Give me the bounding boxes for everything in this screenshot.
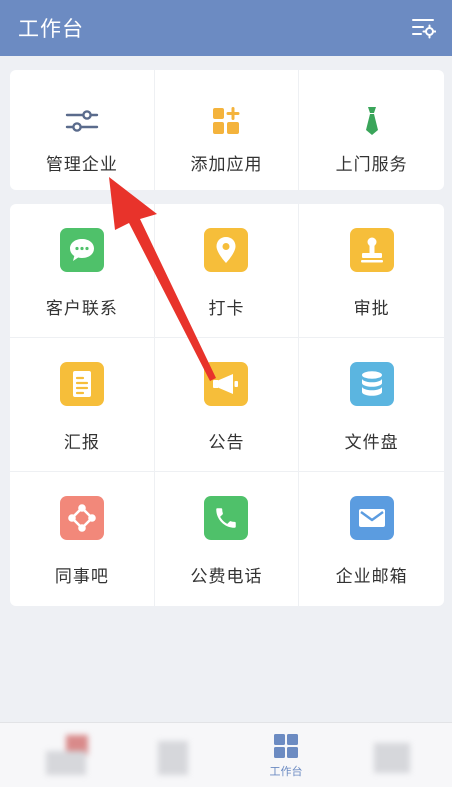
app-file-drive-label: 文件盘	[344, 433, 399, 453]
app-colleague-circle-label: 同事吧	[54, 567, 109, 587]
tie-icon	[354, 104, 390, 138]
quick-actions-card: 管理企业 添加应用 上门服务	[10, 70, 444, 190]
phone-icon	[204, 496, 249, 540]
database-icon	[349, 362, 394, 406]
onsite-service-label: 上门服务	[335, 155, 408, 175]
app-report-label: 汇报	[63, 433, 100, 453]
app-enterprise-mail[interactable]: 企业邮箱	[299, 472, 444, 606]
app-free-call-label: 公费电话	[190, 567, 263, 587]
app-clock-in-label: 打卡	[208, 299, 245, 319]
header-bar: 工作台	[0, 0, 452, 56]
app-announcement[interactable]: 公告	[154, 338, 300, 472]
tab-workbench-label: 工作台	[269, 765, 303, 778]
tab-contacts[interactable]	[140, 733, 200, 779]
app-clock-in[interactable]: 打卡	[154, 204, 300, 338]
app-colleague-circle[interactable]: 同事吧	[10, 472, 155, 606]
app-customer-contact[interactable]: 客户联系	[10, 204, 155, 338]
tab-workbench[interactable]: 工作台	[238, 723, 334, 787]
manage-enterprise-item[interactable]: 管理企业	[10, 70, 155, 190]
app-enterprise-mail-label: 企业邮箱	[335, 567, 408, 587]
add-app-icon	[208, 104, 244, 138]
app-report[interactable]: 汇报	[10, 338, 155, 472]
sliders-icon	[64, 104, 100, 138]
tab-messages[interactable]	[30, 733, 100, 779]
app-announcement-label: 公告	[208, 433, 245, 453]
add-app-label: 添加应用	[190, 155, 263, 175]
app-approval-label: 审批	[353, 299, 390, 319]
grid-icon	[274, 734, 298, 758]
app-file-drive[interactable]: 文件盘	[299, 338, 444, 472]
location-pin-icon	[204, 228, 249, 272]
page-title: 工作台	[18, 17, 84, 41]
manage-enterprise-label: 管理企业	[45, 155, 118, 175]
network-icon	[59, 496, 104, 540]
chat-bubble-icon	[59, 228, 104, 272]
add-app-item[interactable]: 添加应用	[155, 70, 300, 190]
megaphone-icon	[204, 362, 249, 406]
stamp-icon	[349, 228, 394, 272]
document-icon	[59, 362, 104, 406]
tab-me[interactable]	[356, 733, 426, 779]
bottom-nav: 工作台	[0, 722, 452, 787]
app-approval[interactable]: 审批	[299, 204, 444, 338]
app-customer-contact-label: 客户联系	[45, 299, 118, 319]
onsite-service-item[interactable]: 上门服务	[299, 70, 444, 190]
app-free-call[interactable]: 公费电话	[155, 472, 300, 606]
app-grid-card: 客户联系 打卡 审批 汇报 公告 文件盘 同事吧 公费电话 企业邮箱	[10, 204, 444, 606]
mail-icon	[349, 496, 394, 540]
list-settings-icon[interactable]	[412, 17, 436, 39]
